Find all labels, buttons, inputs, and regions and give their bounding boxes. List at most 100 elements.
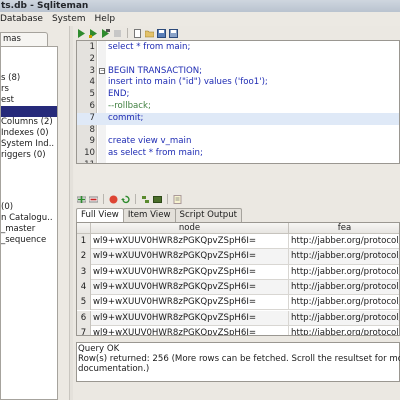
table-row[interactable]: 7 wl9+wXUUV0HWR8zPGKQpvZSpH6I= http://jabb… xyxy=(77,325,399,335)
line-number: 2 xyxy=(89,53,95,64)
table-row[interactable]: 3 wl9+wXUUV0HWR8zPGKQpvZSpH6I= http://jabb… xyxy=(77,264,399,280)
cell-node[interactable]: wl9+wXUUV0HWR8zPGKQpvZSpH6I= xyxy=(91,325,289,335)
line-number: 10 xyxy=(84,148,95,159)
new-file-icon[interactable] xyxy=(133,28,142,38)
code-text: select * from main; xyxy=(108,42,191,52)
tab-script-output[interactable]: Script Output xyxy=(174,208,243,222)
line-number: 8 xyxy=(89,124,95,135)
tab-schemas[interactable]: mas xyxy=(0,32,48,46)
cell-node[interactable]: wl9+wXUUV0HWR8zPGKQpvZSpH6I= xyxy=(91,310,289,326)
tree-item[interactable]: n Catalogu.. xyxy=(1,213,57,224)
tree-item[interactable]: _sequence xyxy=(1,235,57,246)
run-script-icon[interactable] xyxy=(101,28,110,38)
row-number[interactable]: 2 xyxy=(77,249,91,265)
cell-feature[interactable]: http://jabber.org/protocol/ xyxy=(289,234,399,250)
row-number[interactable]: 4 xyxy=(77,279,91,296)
schema-tree[interactable]: s (8) rs est Columns (2) Indexes (0) System I… xyxy=(0,46,58,400)
row-number[interactable]: 3 xyxy=(77,264,91,280)
cell-feature[interactable]: http://jabber.org/protocol/ xyxy=(289,265,399,280)
tree-item[interactable]: riggers (0) xyxy=(1,150,57,161)
row-number[interactable]: 7 xyxy=(77,325,91,335)
window-title: ts.db - Sqliteman xyxy=(0,0,400,12)
column-header-fea[interactable]: fea xyxy=(289,223,399,234)
sql-editor[interactable]: 1 select * from main; 2 3− BEGIN TRANSACTION… xyxy=(76,40,400,164)
status-line-1: Query OK xyxy=(78,344,120,354)
table-row[interactable]: 4 wl9+wXUUV0HWR8zPGKQpvZSpH6I= http://jabb… xyxy=(77,279,399,296)
table-row[interactable]: 6 wl9+wXUUV0HWR8zPGKQpvZSpH6I= http://jabb… xyxy=(77,310,399,326)
tree-item[interactable]: System Ind.. xyxy=(1,139,57,150)
line-number: 3 xyxy=(89,65,95,76)
cell-feature[interactable]: http://jabber.org/protocol/ xyxy=(289,249,399,265)
vertical-splitter[interactable] xyxy=(69,26,73,400)
header-corner xyxy=(77,223,91,234)
code-text: commit; xyxy=(108,112,144,123)
menu-system[interactable]: System xyxy=(52,14,86,24)
column-header-node[interactable]: node xyxy=(91,223,289,234)
horizontal-splitter[interactable] xyxy=(74,164,400,190)
status-line-2: Row(s) returned: 256 (More rows can be f… xyxy=(78,354,400,364)
blob-icon[interactable] xyxy=(173,194,182,204)
cell-node[interactable]: wl9+wXUUV0HWR8zPGKQpvZSpH6I= xyxy=(91,279,289,296)
table-row[interactable]: 2 wl9+wXUUV0HWR8zPGKQpvZSpH6I= http://jabb… xyxy=(77,249,399,265)
editor-line: 8 xyxy=(77,124,399,137)
tab-full-view[interactable]: Full View xyxy=(76,208,124,223)
commit-icon[interactable] xyxy=(109,195,118,204)
editor-line: 6 --rollback; xyxy=(77,101,399,113)
stop-icon[interactable] xyxy=(113,29,122,38)
export-icon[interactable] xyxy=(153,195,162,204)
code-text: --rollback; xyxy=(108,101,151,111)
tree-item[interactable]: Columns (2) xyxy=(1,117,57,128)
editor-line: 4 insert into main ("id") values ('foo1')… xyxy=(77,77,399,89)
save-file-icon[interactable] xyxy=(157,28,166,38)
line-number: 1 xyxy=(89,42,95,52)
run-explain-icon[interactable] xyxy=(89,28,98,38)
menubar: Database System Help xyxy=(0,12,400,26)
toolbar-separator xyxy=(127,28,128,38)
row-number[interactable]: 1 xyxy=(77,234,91,250)
tree-item[interactable]: s (8) xyxy=(1,73,57,84)
toolbar-separator xyxy=(103,194,104,204)
editor-line: 5 END; xyxy=(77,89,399,101)
row-number[interactable]: 6 xyxy=(77,310,91,326)
table-row[interactable]: 5 wl9+wXUUV0HWR8zPGKQpvZSpH6I= http://jabb… xyxy=(77,295,399,311)
cell-feature[interactable]: http://jabber.org/protocol/ xyxy=(289,326,399,335)
save-as-icon[interactable] xyxy=(169,28,178,38)
open-file-icon[interactable] xyxy=(144,29,155,38)
tree-item[interactable]: _master xyxy=(1,224,57,235)
status-line-3: documentation.) xyxy=(78,364,150,374)
cell-node[interactable]: wl9+wXUUV0HWR8zPGKQpvZSpH6I= xyxy=(91,264,289,280)
table-row[interactable]: 1 wl9+wXUUV0HWR8zPGKQpvZSpH6I= http://jabb… xyxy=(77,234,399,250)
tree-item[interactable]: (0) xyxy=(1,202,57,213)
fold-toggle-icon[interactable]: − xyxy=(99,67,105,74)
cell-feature[interactable]: http://jabber.org/protocol/ xyxy=(289,279,399,296)
cell-node[interactable]: wl9+wXUUV0HWR8zPGKQpvZSpH6I= xyxy=(91,234,289,250)
menu-database[interactable]: Database xyxy=(0,14,43,24)
editor-line: 7 commit; xyxy=(77,112,399,125)
cell-node[interactable]: wl9+wXUUV0HWR8zPGKQpvZSpH6I= xyxy=(91,295,289,311)
delete-row-icon[interactable] xyxy=(88,195,99,204)
refresh-icon[interactable] xyxy=(141,195,150,204)
query-status: Query OK Row(s) returned: 256 (More rows… xyxy=(76,342,400,382)
row-number[interactable]: 5 xyxy=(77,295,91,311)
tab-item-view[interactable]: Item View xyxy=(122,208,176,222)
tree-item[interactable]: rs xyxy=(1,84,57,95)
line-number: 9 xyxy=(89,136,95,147)
results-grid[interactable]: node fea 1 wl9+wXUUV0HWR8zPGKQpvZSpH6I= http… xyxy=(76,222,400,336)
add-row-icon[interactable] xyxy=(76,195,87,204)
line-number: 6 xyxy=(89,101,95,111)
cell-node[interactable]: wl9+wXUUV0HWR8zPGKQpvZSpH6I= xyxy=(91,249,289,265)
editor-line: 1 select * from main; xyxy=(77,42,399,54)
rollback-icon[interactable] xyxy=(121,195,130,204)
editor-line: 9 create view v_main xyxy=(77,136,399,148)
code-text: BEGIN TRANSACTION; xyxy=(108,65,203,76)
run-icon[interactable] xyxy=(77,28,86,38)
tree-item[interactable]: est xyxy=(1,95,57,106)
cell-feature[interactable]: http://jabber.org/protocol/ xyxy=(289,310,399,326)
tree-item[interactable]: Indexes (0) xyxy=(1,128,57,139)
cell-feature[interactable]: http://jabber.org/protocol/ xyxy=(289,295,399,311)
menu-help[interactable]: Help xyxy=(95,14,116,24)
editor-line: 2 xyxy=(77,53,399,66)
tree-item[interactable] xyxy=(1,106,57,117)
schema-panel: mas s (8) rs est Columns (2) Indexes (0) Syst… xyxy=(0,26,69,400)
editor-line: 10 as select * from main; xyxy=(77,148,399,160)
